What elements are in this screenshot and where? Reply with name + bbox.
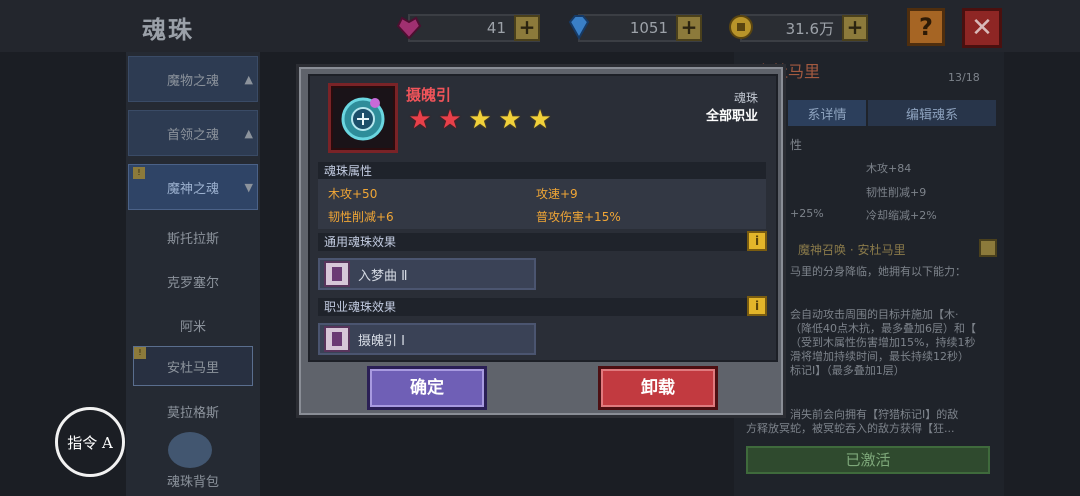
skill-desc-line: 标记Ⅰ】（最多叠加1层） — [790, 364, 905, 377]
info-icon[interactable] — [979, 239, 997, 257]
class-effect-item[interactable]: 摄魄引 Ⅰ — [318, 323, 536, 355]
sidebar-item-demon-souls[interactable]: ! 魔神之魂 ▼ — [128, 164, 258, 210]
skill-desc-line: 方释放冥蛇，被冥蛇吞入的敌方获得【狂... — [746, 422, 955, 435]
effect-label: 入梦曲 Ⅱ — [358, 268, 408, 284]
help-button[interactable]: ? — [907, 8, 945, 46]
alert-badge-icon: ! — [133, 167, 145, 179]
close-button[interactable]: ✕ — [962, 8, 1002, 48]
soul-orb-item-slot — [328, 83, 398, 153]
skill-desc-line: 马里的分身降临，她拥有以下能力： — [790, 265, 966, 278]
tab-label: 编辑魂系 — [905, 107, 958, 123]
item-type-label: 魂珠 — [733, 91, 758, 105]
soul-bag-label[interactable]: 魂珠背包 — [128, 471, 258, 490]
add-gems-button[interactable]: + — [514, 15, 540, 41]
currency-gold: 31.6万 + — [729, 14, 868, 42]
sidebar-item-label: 魔神之魂 — [166, 181, 219, 197]
attribute-item: 木攻+50 — [328, 187, 378, 201]
star-icon: ★ — [438, 105, 462, 135]
sidebar-item-andromalius[interactable]: ! 安杜马里 — [133, 346, 253, 386]
sidebar-item-label: 克罗塞尔 — [166, 275, 219, 291]
star-rating: ★ ★ ★ ★ ★ — [406, 106, 554, 134]
sidebar-item-label: 阿米 — [179, 319, 206, 335]
class-restriction-label: 全部职业 — [705, 109, 758, 124]
add-gold-button[interactable]: + — [842, 15, 868, 41]
sidebar-item-label: 斯托拉斯 — [166, 231, 219, 247]
sidebar-item-label: 莫拉格斯 — [166, 405, 219, 421]
star-icon: ★ — [498, 105, 522, 135]
chevron-up-icon: ▲ — [244, 72, 253, 86]
heart-gem-icon — [396, 16, 422, 40]
currency-gems: 41 + — [396, 14, 540, 42]
page-title: 魂珠 — [142, 16, 194, 44]
sidebar-item-label: 魔物之魂 — [166, 73, 219, 89]
info-icon[interactable]: i — [747, 231, 767, 251]
info-icon[interactable]: i — [747, 296, 767, 316]
activated-status-button[interactable]: 已激活 — [746, 446, 990, 474]
unload-button[interactable]: 卸载 — [598, 366, 718, 410]
common-effect-item[interactable]: 入梦曲 Ⅱ — [318, 258, 536, 290]
soul-orb-icon — [341, 97, 385, 141]
sidebar-item-stolas[interactable]: 斯托拉斯 — [128, 214, 258, 260]
class-effect-section-title: 职业魂珠效果 — [318, 298, 766, 316]
effect-skill-icon — [324, 326, 350, 352]
collection-progress: 13/18 — [948, 71, 980, 84]
star-icon: ★ — [528, 105, 552, 135]
tab-system-details[interactable]: 系详情 — [788, 100, 866, 126]
soul-orb-name: 摄魄引 — [406, 86, 452, 104]
chevron-up-icon: ▲ — [244, 126, 253, 140]
stat-value: 韧性削减+9 — [866, 186, 927, 199]
diamond-icon — [568, 15, 590, 41]
attribute-item: 韧性削减+6 — [328, 210, 394, 224]
stat-value: 木攻+84 — [866, 162, 912, 175]
currency-diamonds: 1051 + — [568, 14, 702, 42]
sidebar-item-monster-souls[interactable]: 魔物之魂 ▲ — [128, 56, 258, 102]
sidebar-item-amy[interactable]: 阿米 — [128, 302, 258, 348]
star-icon: ★ — [408, 105, 432, 135]
sidebar-item-label: 首领之魂 — [166, 127, 219, 143]
gold-coin-icon — [729, 15, 753, 39]
diamonds-value: 1051 — [629, 19, 668, 37]
add-diamonds-button[interactable]: + — [676, 15, 702, 41]
soul-bag-icon[interactable] — [168, 432, 212, 468]
stats-section-fragment: 性 — [790, 138, 803, 152]
sidebar-item-boss-souls[interactable]: 首领之魂 ▲ — [128, 110, 258, 156]
gems-value: 41 — [486, 19, 506, 37]
tab-edit-soul-system[interactable]: 编辑魂系 — [868, 100, 996, 126]
attribute-item: 普攻伤害+15% — [536, 210, 621, 224]
confirm-button[interactable]: 确定 — [367, 366, 487, 410]
sidebar-item-morax[interactable]: 莫拉格斯 — [128, 388, 258, 434]
skill-title: 魔神召唤 · 安杜马里 — [798, 243, 906, 257]
effect-skill-icon — [324, 261, 350, 287]
alert-badge-icon: ! — [134, 347, 146, 359]
gold-value: 31.6万 — [785, 19, 834, 38]
stat-value: 冷却缩减+2% — [866, 209, 937, 222]
common-effect-section-title: 通用魂珠效果 — [318, 233, 766, 251]
effect-label: 摄魄引 Ⅰ — [358, 333, 405, 349]
sidebar-item-crocell[interactable]: 克罗塞尔 — [128, 258, 258, 304]
sidebar-item-label: 安杜马里 — [166, 360, 219, 376]
attr-section-title: 魂珠属性 — [318, 162, 766, 180]
chevron-down-icon: ▼ — [244, 180, 253, 194]
attribute-item: 攻速+9 — [536, 187, 578, 201]
command-a-button[interactable]: 指令 A — [55, 407, 125, 477]
star-icon: ★ — [468, 105, 492, 135]
tab-label: 系详情 — [807, 107, 847, 123]
stat-value: +25% — [790, 207, 824, 220]
